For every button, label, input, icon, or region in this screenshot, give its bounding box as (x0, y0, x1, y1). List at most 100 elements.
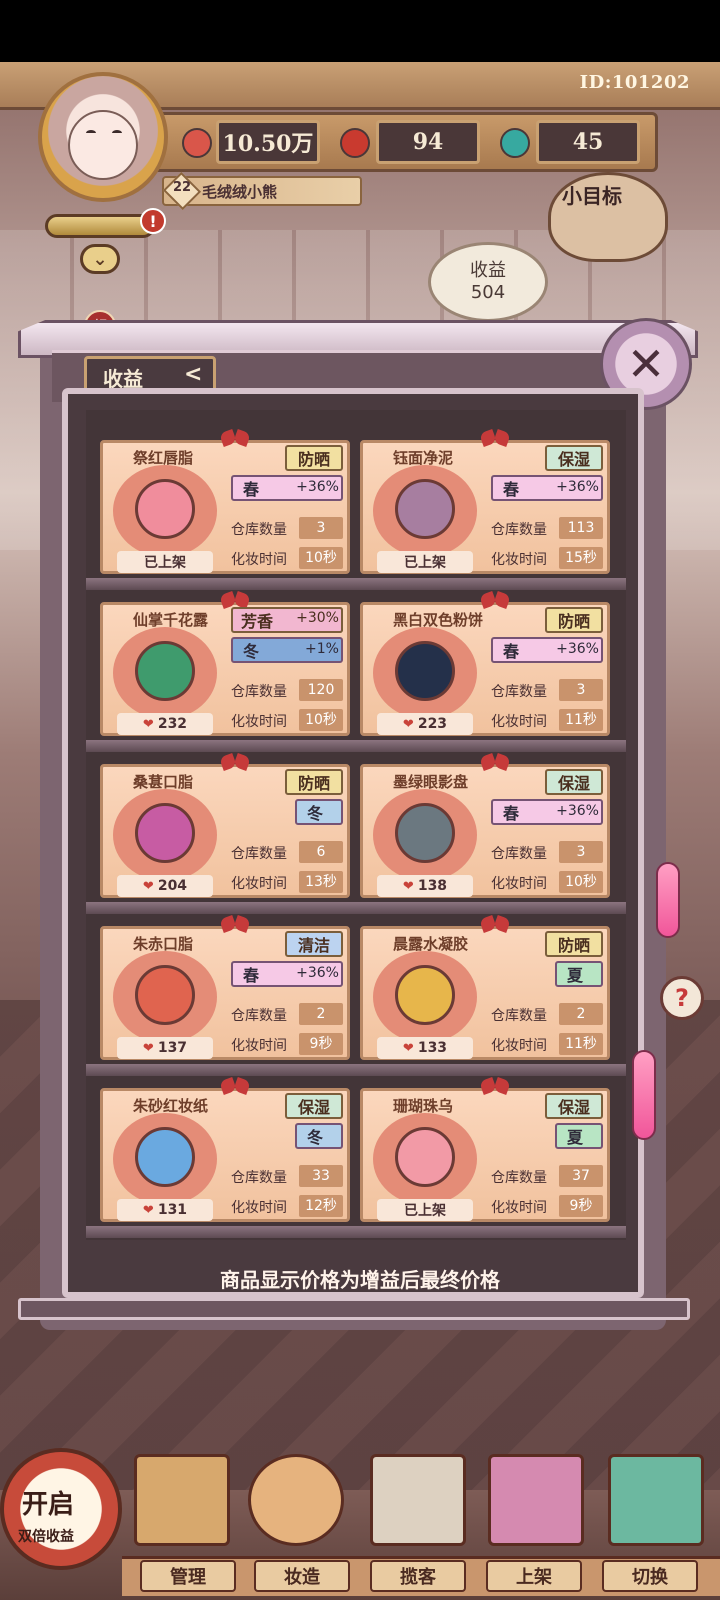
item-image (395, 479, 455, 539)
item-footer: ❤ 223 (377, 713, 473, 735)
shelf-grid: 祭红唇脂 防晒春 +36% 仓库数量 3 化妆时间 10秒 已上架 钰面净泥 保湿春 +36% 仓库数… (86, 410, 626, 1240)
income-bubble-label: 收益 (470, 260, 506, 282)
season-label: 春 (503, 480, 520, 499)
panel-base (18, 1298, 690, 1320)
lantern-icon (656, 862, 680, 938)
time-row: 化妆时间 15秒 (491, 547, 603, 569)
tomato-currency-icon (340, 128, 370, 158)
time-label: 化妆时间 (231, 1200, 287, 1216)
item-card[interactable]: 祭红唇脂 防晒春 +36% 仓库数量 3 化妆时间 10秒 已上架 (100, 440, 350, 574)
time-label: 化妆时间 (231, 552, 287, 568)
help-button[interactable]: ? (660, 976, 704, 1020)
time-value: 9秒 (299, 1033, 343, 1055)
attract-icon[interactable] (370, 1454, 466, 1546)
item-image (135, 965, 195, 1025)
time-value: 10秒 (299, 547, 343, 569)
income-bubble-value: 504 (470, 282, 506, 303)
item-image (395, 641, 455, 701)
time-label: 化妆时间 (231, 1038, 287, 1054)
season-label: 冬 (307, 1128, 324, 1147)
item-footer: ❤ 131 (117, 1199, 213, 1221)
bow-icon (481, 755, 509, 771)
item-card[interactable]: 朱赤口脂 清洁春 +36% 仓库数量 2 化妆时间 9秒 ❤ 137 (100, 926, 350, 1060)
double-income-subtitle: 双倍收益 (18, 1529, 74, 1545)
item-footer: ❤ 138 (377, 875, 473, 897)
season-label: 夏 (567, 966, 584, 985)
item-name: 黑白双色粉饼 (393, 611, 484, 629)
item-attribute: 防晒 (285, 445, 343, 471)
item-card[interactable]: 黑白双色粉饼 防晒春 +36% 仓库数量 3 化妆时间 11秒 ❤ 223 (360, 602, 610, 736)
item-image (395, 965, 455, 1025)
item-card[interactable]: 墨绿眼影盘 保湿春 +36% 仓库数量 3 化妆时间 10秒 ❤ 138 (360, 764, 610, 898)
stock-row: 仓库数量 33 (231, 1165, 343, 1187)
question-icon: ? (675, 984, 689, 1012)
time-value: 11秒 (559, 709, 603, 731)
item-card[interactable]: 朱砂红妆纸 保湿冬仓库数量 33 化妆时间 12秒 ❤ 131 (100, 1088, 350, 1222)
heart-icon: ❤ (402, 1040, 414, 1056)
heart-icon: ❤ (142, 878, 154, 894)
season-tag: 冬 (295, 1123, 343, 1149)
season-bonus: +36% (556, 803, 599, 819)
item-price: 133 (417, 1040, 448, 1056)
avatar-eye-left (86, 130, 96, 136)
heart-icon: ❤ (402, 716, 414, 732)
bow-icon (481, 917, 509, 933)
bow-icon (481, 593, 509, 609)
time-label: 化妆时间 (491, 876, 547, 892)
nav-shelf[interactable]: 上架 (486, 1560, 582, 1592)
nav-attract[interactable]: 揽客 (370, 1560, 466, 1592)
season-label: 春 (243, 966, 260, 985)
income-bubble[interactable]: 收益 504 (428, 242, 548, 322)
item-name: 墨绿眼影盘 (393, 773, 469, 791)
season-tag: 冬 (295, 799, 343, 825)
item-card[interactable]: 晨露水凝胶 防晒夏仓库数量 2 化妆时间 11秒 ❤ 133 (360, 926, 610, 1060)
item-name: 珊瑚珠乌 (393, 1097, 454, 1115)
gem-currency-icon (500, 128, 530, 158)
item-card[interactable]: 仙掌千花露芳香芳香+30%冬+1%仓库数量120化妆时间10秒❤232 (100, 602, 350, 736)
heart-icon: ❤ (142, 1202, 154, 1218)
time-label: 化妆时间 (231, 714, 287, 730)
season-label: 春 (243, 480, 260, 499)
item-card[interactable]: 桑葚口脂 防晒冬仓库数量 6 化妆时间 13秒 ❤ 204 (100, 764, 350, 898)
time-label: 化妆时间 (231, 876, 287, 892)
season-tag: 夏 (555, 1123, 603, 1149)
nav-manage[interactable]: 管理 (140, 1560, 236, 1592)
collapse-icon[interactable]: < (184, 362, 202, 387)
stock-value: 113 (559, 517, 603, 539)
stock-value: 3 (559, 679, 603, 701)
nav-switch[interactable]: 切换 (602, 1560, 698, 1592)
item-image (135, 479, 195, 539)
stock-value: 120 (299, 679, 343, 701)
item-card[interactable]: 钰面净泥 保湿春 +36% 仓库数量 113 化妆时间 15秒 已上架 (360, 440, 610, 574)
time-row: 化妆时间 13秒 (231, 871, 343, 893)
stock-row: 仓库数量 3 (231, 517, 343, 539)
stock-value: 6 (299, 841, 343, 863)
season-bonus: +36% (296, 479, 339, 495)
heart-icon: ❤ (142, 716, 154, 732)
time-row: 化妆时间 9秒 (491, 1195, 603, 1217)
scroll-icon[interactable] (45, 214, 155, 238)
manage-icon[interactable] (134, 1454, 230, 1546)
item-image (135, 641, 195, 701)
item-price: 已上架 (144, 555, 186, 571)
heart-currency-icon (182, 128, 212, 158)
season-bonus: +36% (296, 965, 339, 981)
makeup-icon[interactable] (248, 1454, 344, 1546)
shelf-icon[interactable] (488, 1454, 584, 1546)
player-id: ID:101202 (579, 72, 690, 93)
item-image (135, 1127, 195, 1187)
item-card[interactable]: 珊瑚珠乌 保湿夏仓库数量 37 化妆时间 9秒 已上架 (360, 1088, 610, 1222)
expand-menu-button[interactable]: ⌄ (80, 244, 120, 274)
shelf-board (86, 902, 626, 914)
item-name: 祭红唇脂 (133, 449, 194, 467)
stock-value: 37 (559, 1165, 603, 1187)
switch-icon[interactable] (608, 1454, 704, 1546)
item-attribute: 防晒 (545, 607, 603, 633)
time-value: 15秒 (559, 547, 603, 569)
nav-makeup[interactable]: 妆造 (254, 1560, 350, 1592)
stock-row: 仓库数量 2 (491, 1003, 603, 1025)
item-image (135, 803, 195, 863)
item-footer: 已上架 (377, 1199, 473, 1221)
stock-label: 仓库数量 (231, 1170, 287, 1186)
stock-label: 仓库数量 (491, 1170, 547, 1186)
